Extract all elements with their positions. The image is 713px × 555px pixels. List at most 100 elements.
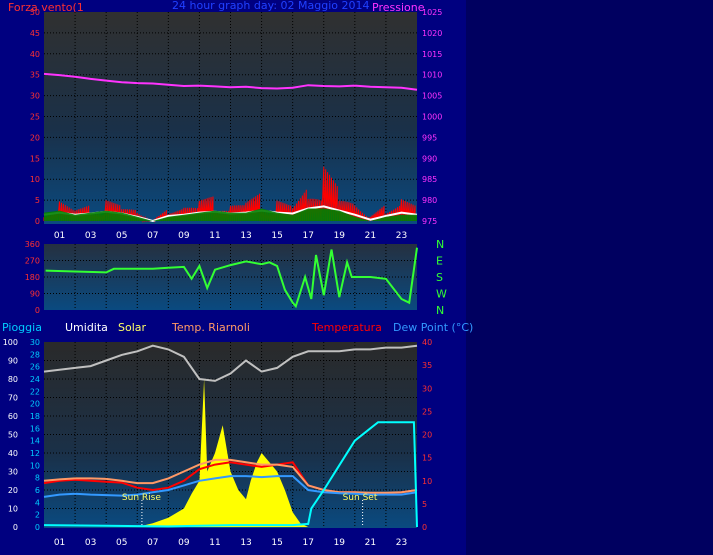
x-tick-label: 11 [209,538,220,548]
y-tick-label: 980 [422,196,437,205]
y-tick-label: 40 [30,50,40,59]
x-tick-label: 19 [334,538,346,548]
weather-graph: Forza vento(1 24 hour graph day: 02 Magg… [0,0,713,555]
y-tick-label: 0 [35,306,40,315]
y-tick-label: 15 [422,454,432,463]
x-tick-label: 09 [178,538,190,548]
y-tick-label: 30 [30,338,40,347]
y-tick-label: 35 [30,71,40,80]
y-tick-label: 50 [30,8,40,17]
y-tick-label: 80 [8,375,18,384]
y-tick-label: 15 [30,154,40,163]
x-tick-label: 01 [54,538,65,548]
x-tick-label: 15 [271,231,282,241]
y-tick-label: 990 [422,154,437,163]
y-tick-label: 35 [422,361,432,370]
legend: Pioggia Umidita Solar Temp. Riarnoli Tempera… [2,321,473,334]
legend-item: Dew Point (°C) [393,321,473,334]
legend-item: Pioggia [2,321,42,334]
y-tick-label: 1025 [422,8,442,17]
y-tick-label: 20 [30,133,40,142]
y-tick-label: 975 [422,217,437,226]
wind-direction-panel: 090180270360 NWSEN [25,238,447,317]
right-axis-label: Pressione [372,1,425,14]
annotation-label: Sun Rise [122,493,161,503]
y-tick-label: 0 [35,523,40,532]
x-tick-label: 21 [365,538,376,548]
wind-pressure-panel: Forza vento(1 24 hour graph day: 02 Magg… [8,0,442,241]
x-tick-label: 07 [147,538,158,548]
chart-title: 24 hour graph day: 02 Maggio 2014 [172,0,369,12]
y-tick-label: 100 [3,338,18,347]
y-tick-label: 18 [30,412,40,421]
y-tick-label: 40 [8,449,18,458]
y-tick-label: 0 [13,523,18,532]
y-tick-label: 10 [422,477,432,486]
x-tick-label: 17 [302,231,313,241]
compass-tick-label: W [436,288,447,301]
y-tick-label: 4 [35,498,40,507]
x-tick-label: 17 [302,538,313,548]
x-tick-label: 11 [209,231,220,241]
y-tick-label: 5 [35,196,40,205]
y-tick-label: 50 [8,431,18,440]
y-tick-label: 30 [8,468,18,477]
compass-tick-label: E [436,255,443,268]
y-tick-label: 1005 [422,92,442,101]
x-tick-label: 07 [147,231,158,241]
y-tick-label: 270 [25,257,40,266]
y-tick-label: 180 [25,273,40,282]
legend-item: Temp. Riarnoli [171,321,250,334]
x-tick-label: 05 [116,538,127,548]
y-tick-label: 2 [35,511,40,520]
y-tick-label: 6 [35,486,40,495]
y-tick-label: 995 [422,133,437,142]
y-tick-label: 90 [8,357,18,366]
x-tick-label: 09 [178,231,190,241]
y-tick-label: 20 [8,486,18,495]
y-tick-label: 360 [25,240,40,249]
compass-tick-label: N [436,238,444,251]
x-tick-label: 03 [85,538,96,548]
y-tick-label: 16 [30,424,40,433]
y-tick-label: 1010 [422,71,442,80]
y-tick-label: 45 [30,29,40,38]
y-tick-label: 10 [30,461,40,470]
y-tick-label: 985 [422,175,437,184]
x-tick-label: 03 [85,231,96,241]
y-tick-label: 30 [422,384,432,393]
x-tick-label: 23 [396,538,407,548]
y-tick-label: 8 [35,474,40,483]
y-tick-label: 28 [30,350,40,359]
y-tick-label: 0 [35,217,40,226]
x-tick-label: 13 [240,231,251,241]
y-tick-label: 22 [30,387,40,396]
y-tick-label: 20 [30,400,40,409]
y-tick-label: 30 [30,92,40,101]
y-tick-label: 25 [30,113,40,122]
y-tick-label: 24 [30,375,40,384]
y-tick-label: 1000 [422,113,442,122]
y-tick-label: 25 [422,407,432,416]
y-tick-label: 26 [30,363,40,372]
left-axis-label: Forza vento(1 [8,1,84,14]
temperature-panel: Pioggia Umidita Solar Temp. Riarnoli Tempera… [2,321,473,548]
x-tick-label: 01 [54,231,65,241]
y-tick-label: 12 [30,449,40,458]
x-tick-label: 23 [396,231,407,241]
x-tick-label: 13 [240,538,251,548]
y-tick-label: 1015 [422,50,442,59]
y-tick-label: 90 [30,290,40,299]
legend-item: Solar [118,321,147,334]
y-tick-label: 10 [30,175,40,184]
y-tick-label: 5 [422,500,427,509]
y-tick-label: 10 [8,505,18,514]
y-tick-label: 1020 [422,29,442,38]
compass-tick-label: N [436,304,444,317]
compass-tick-label: S [436,271,443,284]
y-tick-label: 60 [8,412,18,421]
x-tick-label: 05 [116,231,127,241]
x-tick-label: 15 [271,538,282,548]
x-tick-label: 19 [334,231,346,241]
y-tick-label: 20 [422,431,432,440]
